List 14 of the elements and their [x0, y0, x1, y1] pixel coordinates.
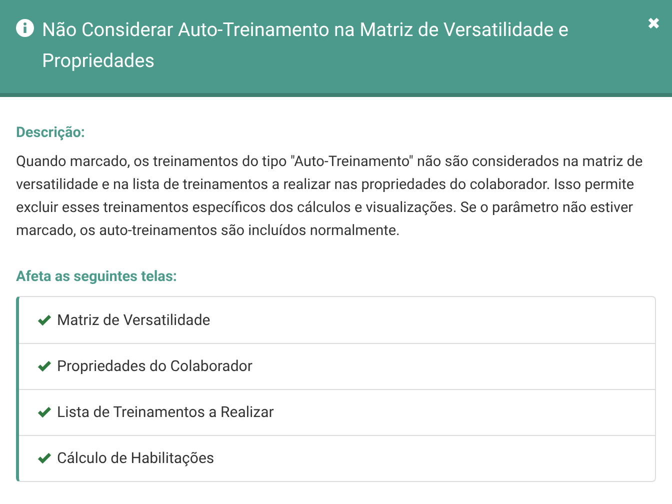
screen-name: Lista de Treinamentos a Realizar	[57, 402, 274, 424]
dialog-title: Não Considerar Auto-Treinamento na Matriz de Versatilidade e Propriedades	[42, 17, 570, 74]
affected-label: Afeta as seguintes telas:	[16, 267, 178, 287]
screen-name: Propriedades do Colaborador	[57, 356, 252, 378]
info-icon	[16, 19, 34, 37]
screen-name: Matriz de Versatilidade	[57, 310, 210, 331]
check-icon	[37, 314, 52, 326]
close-button[interactable]: ✖	[647, 16, 660, 32]
description-text: Quando marcado, os treinamentos do tipo "Auto-Treinamento" não são considerados na matriz de versatilidade e na lista de treinamentos a realizar nas propriedades do colaborador. Isso permite excluir esses treinamentos específicos dos cálculos e visualizações. Se o parâmetro não estiver marcado, os auto-treinamentos são incluídos normalmente.	[16, 152, 644, 241]
description-label: Descrição:	[16, 123, 86, 143]
screen-name: Cálculo de Habilitações	[57, 448, 214, 470]
check-icon	[37, 406, 52, 419]
check-icon	[37, 452, 52, 465]
check-icon	[37, 360, 52, 373]
